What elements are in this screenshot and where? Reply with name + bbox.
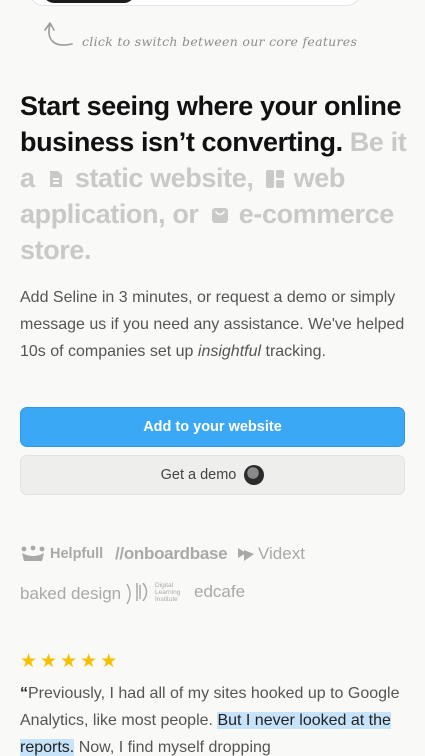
- dli-line-3: Institute: [155, 595, 178, 603]
- feature-switcher[interactable]: [30, 0, 360, 6]
- headline-static: static website,: [74, 163, 254, 193]
- logo-edcafe: edcafe: [194, 582, 245, 602]
- dli-line-1: Digital: [155, 581, 174, 589]
- switcher-hint: click to switch between our core feature…: [42, 20, 382, 54]
- shopping-bag-icon: [211, 208, 228, 223]
- logo-onboardbase: //onboardbase: [115, 544, 228, 564]
- get-demo-label: Get a demo: [160, 467, 237, 483]
- description-text-end: tracking.: [265, 343, 326, 360]
- dli-line-2: Learning: [155, 588, 181, 596]
- dli-logo-icon: [136, 582, 148, 602]
- vidext-logo-icon: [238, 548, 254, 561]
- hint-text: click to switch between our core feature…: [82, 34, 358, 49]
- logo-vidext-text: Vidext: [258, 544, 305, 563]
- logo-onboardbase-text: //onboardbase: [115, 544, 228, 563]
- star-icon: ★: [100, 651, 118, 672]
- testimonial-quote: “Previously, I had all of my sites hooke…: [20, 680, 410, 756]
- description-emphasis: insightful: [197, 343, 262, 360]
- curved-arrow-icon: [44, 22, 73, 46]
- headline-main: Start seeing where your online business …: [20, 91, 402, 157]
- testimonial-text-end: Now, I find myself dropping: [78, 739, 271, 756]
- logo-baked-text: baked design: [20, 584, 122, 603]
- bracket-icon: [126, 583, 131, 605]
- star-icon: ★: [20, 651, 38, 672]
- logo-helpfull: Helpfull: [20, 545, 103, 563]
- star-icon: ★: [80, 651, 98, 672]
- get-demo-button[interactable]: Get a demo: [20, 455, 405, 495]
- hero-description: Add Seline in 3 minutes, or request a de…: [20, 284, 410, 365]
- logo-baked-design: baked design: [20, 582, 135, 606]
- add-to-website-label: Add to your website: [143, 419, 282, 435]
- hero-headline: Start seeing where your online business …: [20, 88, 412, 268]
- avatar: [244, 465, 265, 485]
- landing-page: click to switch between our core feature…: [0, 0, 425, 756]
- helpfull-logo-icon: [21, 545, 45, 561]
- feature-switcher-active-tab[interactable]: [43, 0, 135, 3]
- star-icon: ★: [60, 651, 78, 672]
- layout-icon: [265, 170, 284, 188]
- star-icon: ★: [40, 651, 58, 672]
- file-icon: [49, 171, 62, 187]
- logo-digital-learning-institute: Digital Learning Institute: [135, 581, 180, 603]
- add-to-website-button[interactable]: Add to your website: [20, 407, 405, 447]
- logo-helpfull-text: Helpfull: [50, 546, 104, 562]
- logo-vidext: Vidext: [237, 544, 305, 564]
- rating-stars: ★ ★ ★ ★ ★: [20, 652, 117, 672]
- quote-mark: “: [20, 685, 28, 702]
- logo-edcafe-text: edcafe: [194, 582, 246, 601]
